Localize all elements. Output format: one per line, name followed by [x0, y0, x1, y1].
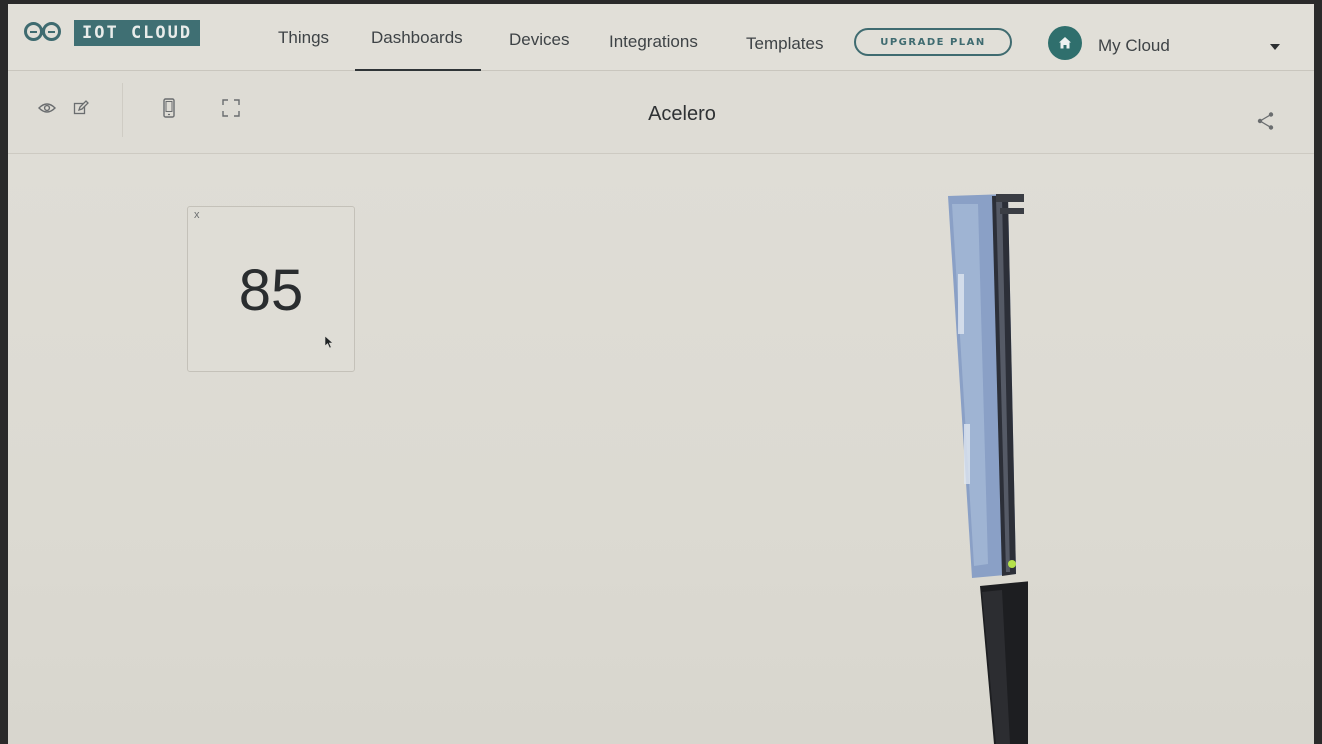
widget-value: 85 — [238, 258, 304, 323]
screen: IOT CLOUD Things Dashboards Devices Inte… — [8, 4, 1314, 744]
widget-close-button[interactable]: x — [194, 209, 200, 221]
chevron-down-icon[interactable] — [1270, 44, 1280, 50]
brand-logo[interactable]: IOT CLOUD — [22, 20, 201, 46]
microcontroller-board-image — [948, 194, 1028, 744]
arduino-infinity-icon — [22, 20, 70, 46]
dashboard-canvas: x 85 — [8, 154, 1314, 744]
mouse-cursor-icon — [324, 334, 334, 353]
share-icon[interactable] — [1256, 111, 1276, 135]
upgrade-plan-button[interactable]: UPGRADE PLAN — [854, 28, 1012, 56]
dashboard-title: Acelero — [648, 103, 716, 125]
nav-dashboards[interactable]: Dashboards — [355, 28, 481, 71]
top-nav: IOT CLOUD Things Dashboards Devices Inte… — [8, 4, 1314, 71]
edit-icon[interactable] — [70, 97, 92, 119]
logo-text: IOT CLOUD — [74, 20, 201, 46]
nav-devices[interactable]: Devices — [509, 30, 569, 50]
fullscreen-icon[interactable] — [220, 97, 242, 119]
account-label[interactable]: My Cloud — [1098, 36, 1170, 56]
nav-integrations[interactable]: Integrations — [609, 32, 698, 52]
eye-icon[interactable] — [36, 97, 58, 119]
nav-templates[interactable]: Templates — [746, 34, 823, 54]
mobile-icon[interactable] — [158, 97, 180, 119]
nav-things[interactable]: Things — [278, 28, 329, 48]
toolbar-divider — [122, 83, 123, 137]
dashboard-toolbar: Acelero — [8, 71, 1314, 154]
home-icon[interactable] — [1048, 26, 1082, 60]
